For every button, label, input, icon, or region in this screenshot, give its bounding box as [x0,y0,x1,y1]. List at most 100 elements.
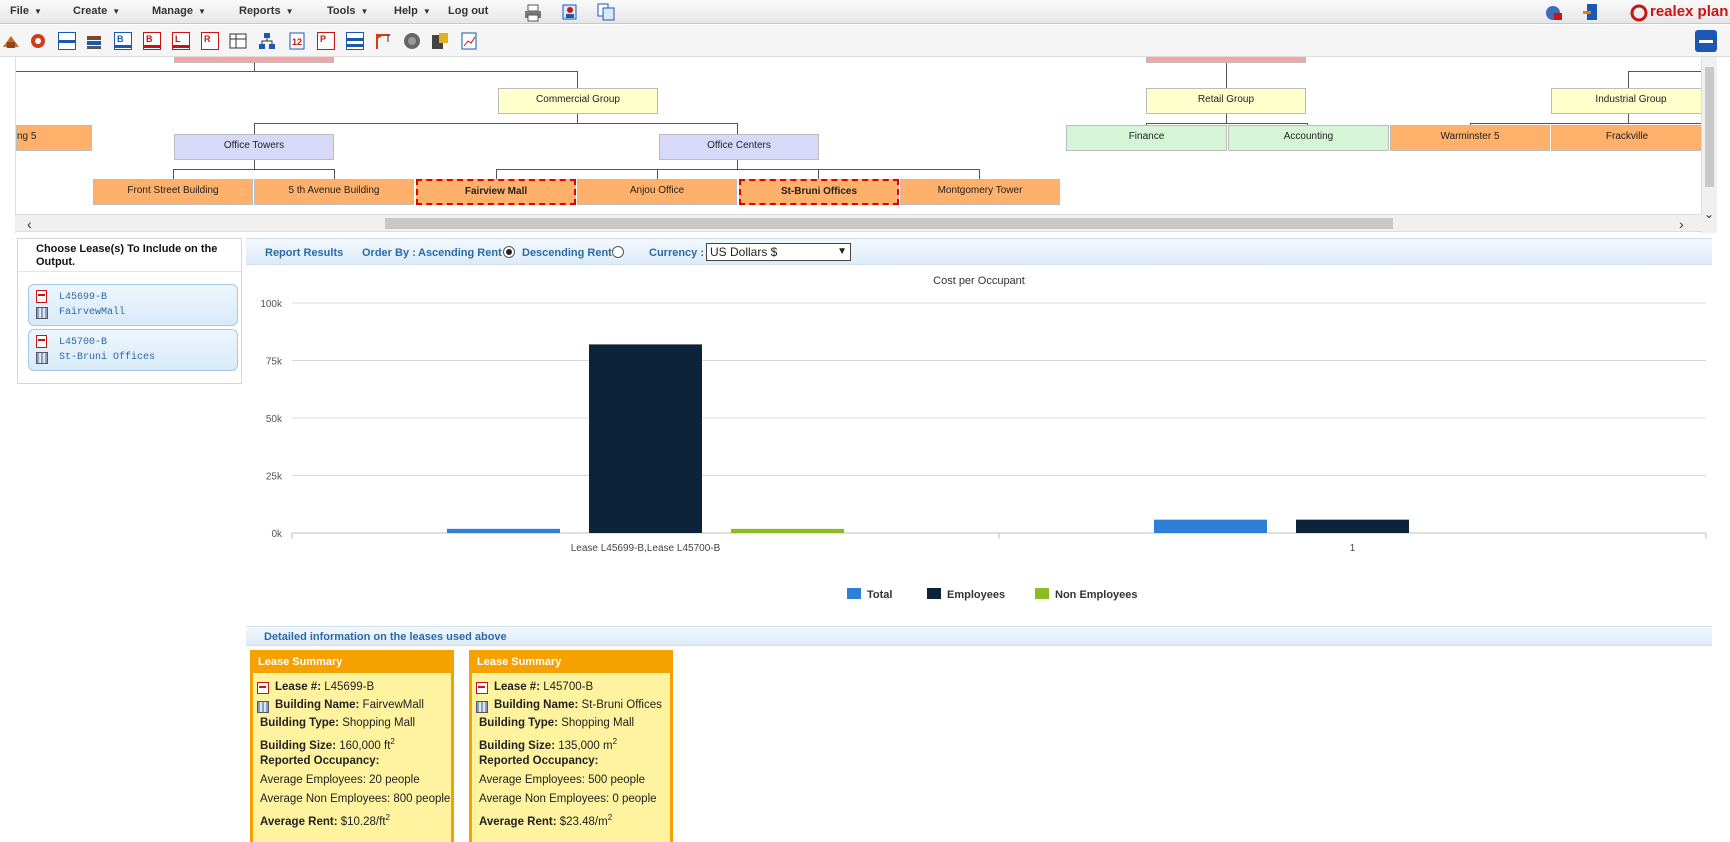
org-node-fairview-mall[interactable]: Fairview Mall [416,179,576,205]
org-node-st-bruni-offices[interactable]: St-Bruni Offices [739,179,899,205]
report-settings-icon[interactable]: R [201,32,219,50]
report-results-tab[interactable]: Report Results [265,247,343,259]
gear-icon[interactable] [29,32,47,50]
legend-swatch [1035,588,1049,599]
menu-logout[interactable]: Log out [448,5,488,17]
x-tick-label: 1 [1350,543,1356,554]
y-tick-label: 25k [266,472,283,483]
report-grid-icon[interactable] [229,32,247,50]
reported-occupancy-label: Reported Occupancy: [260,755,380,767]
building-type: Shopping Mall [561,717,635,729]
org-node-partial-left[interactable]: ng 5 [16,125,92,151]
lease-summary-header: Lease Summary [472,653,670,673]
lease-summary-card: Lease Summary Lease #: L45700-B Building… [469,650,673,842]
org-node-office-centers[interactable]: Office Centers [659,134,819,160]
lease-number: L45699-B [324,681,375,693]
legend-label: Non Employees [1055,589,1138,601]
legend-swatch [927,588,941,599]
buildings-icon[interactable] [2,32,20,50]
scroll-right-arrow-icon[interactable]: › [1679,216,1684,232]
currency-select[interactable]: US Dollars $ ▼ [706,243,851,261]
legend-swatch [847,588,861,599]
globe-icon[interactable] [403,32,421,50]
currency-label: Currency : [649,247,705,259]
calculator-icon[interactable] [431,32,449,50]
org-chart-vertical-scrollbar[interactable]: ⌄ [1702,57,1717,233]
org-chart-icon[interactable] [258,32,276,50]
chart-title: Cost per Occupant [933,275,1025,287]
exit-door-icon[interactable] [1582,3,1600,21]
y-tick-label: 50k [266,414,283,425]
report-p-icon[interactable]: P [317,32,335,50]
vertical-scroll-thumb[interactable] [1705,67,1714,187]
lease-document-icon [36,335,47,348]
details-title: Detailed information on the leases used … [264,631,507,643]
lease-summary-header: Lease Summary [253,653,451,673]
lease-item[interactable]: L45700-B St-Bruni Offices [28,329,238,371]
org-node-office-towers[interactable]: Office Towers [174,134,334,160]
building-name: FairvewMall [362,699,424,711]
building-icon [476,701,488,713]
menu-create[interactable]: Create ▼ [73,5,120,17]
org-node-montgomery-tower[interactable]: Montgomery Tower [900,179,1060,205]
minimize-panel-icon[interactable] [1694,29,1718,53]
org-node-industrial-group[interactable]: Industrial Group [1551,88,1701,114]
report-b-red-icon[interactable]: B [143,32,161,50]
user-settings-icon[interactable] [561,3,579,21]
report-l-icon[interactable]: L [172,32,190,50]
menu-reports[interactable]: Reports ▼ [239,5,293,17]
crane-icon[interactable] [374,32,392,50]
svg-text:12: 12 [292,37,302,47]
document-icon[interactable] [58,32,76,50]
report-chart-icon[interactable] [460,32,478,50]
average-rent: $23.48/m [559,815,608,828]
menu-tools[interactable]: Tools ▼ [327,5,368,17]
legend-label: Employees [947,589,1005,601]
horizontal-scroll-thumb[interactable] [385,218,1393,229]
menu-manage[interactable]: Manage ▼ [152,5,206,17]
lease-item[interactable]: L45699-B FairvewMall [28,284,238,326]
ascending-rent-radio[interactable] [503,246,515,258]
building-type: Shopping Mall [342,717,416,729]
realex-logo-icon [1630,4,1648,22]
org-node-5th-avenue-building[interactable]: 5 th Avenue Building [254,179,414,205]
details-header: Detailed information on the leases used … [246,626,1712,646]
lease-number: L45700-B [543,681,594,693]
descending-rent-radio[interactable] [612,246,624,258]
report-list-icon[interactable] [346,32,364,50]
menu-file[interactable]: File ▼ [10,5,42,17]
average-non-employees: Average Non Employees: 800 people [260,793,451,805]
bar-non-employees [731,528,844,533]
scroll-left-arrow-icon[interactable]: ‹ [27,216,32,232]
x-tick-label: Lease L45699-B,Lease L45700-B [571,543,721,554]
org-node-finance[interactable]: Finance [1066,125,1227,151]
lease-summary-card: Lease Summary Lease #: L45699-B Building… [250,650,454,842]
org-chart-horizontal-scrollbar[interactable]: ‹ › [15,214,1702,232]
ascending-rent-label: Ascending Rent [418,247,502,259]
org-chart: Commercial Group Retail Group Industrial… [15,57,1702,233]
org-node-commercial-group[interactable]: Commercial Group [498,88,658,114]
org-node-retail-group[interactable]: Retail Group [1146,88,1306,114]
lease-panel-title: Choose Lease(s) To Include on the Output… [18,239,241,272]
copy-documents-icon[interactable] [597,3,615,21]
report-sort-icon[interactable]: 12 [288,32,306,50]
scroll-down-arrow-icon[interactable]: ⌄ [1704,207,1714,221]
brand-logo-text: realex plan [1650,3,1729,20]
org-node-warminster-5[interactable]: Warminster 5 [1390,125,1550,151]
lease-building: FairvewMall [59,307,126,318]
books-icon[interactable] [85,32,103,50]
org-node-anjou-office[interactable]: Anjou Office [577,179,737,205]
lease-document-icon [476,682,488,694]
org-node-accounting[interactable]: Accounting [1228,125,1389,151]
lease-selection-panel: Choose Lease(s) To Include on the Output… [17,238,242,384]
bar-total [1154,519,1267,533]
cost-per-occupant-chart: Cost per Occupant 0k 25k 50k 75k 100k Lease … [260,275,1707,601]
y-tick-label: 100k [260,299,283,310]
menu-help[interactable]: Help ▼ [394,5,431,17]
printer-icon[interactable] [524,4,542,22]
org-node-frackville[interactable]: Frackville [1551,125,1701,151]
org-node-front-street-building[interactable]: Front Street Building [93,179,253,205]
reported-occupancy-label: Reported Occupancy: [479,755,599,767]
report-b-icon[interactable]: B [114,32,132,50]
language-icon[interactable] [1545,4,1563,22]
